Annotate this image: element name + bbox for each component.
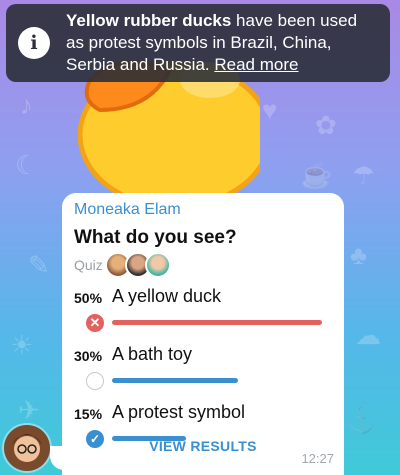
info-banner: i Yellow rubber ducks have been used as … (6, 4, 390, 82)
option-bar (112, 378, 238, 383)
cross-icon: ✕ (86, 314, 104, 332)
message-time: 12:27 (301, 451, 334, 466)
poll-option[interactable]: 30% A bath toy (74, 344, 332, 394)
info-icon: i (18, 27, 50, 59)
radio-empty-icon (86, 372, 104, 390)
option-percent: 50% (74, 290, 103, 306)
sender-avatar[interactable] (2, 423, 52, 473)
quiz-label: Quiz (74, 257, 103, 273)
option-bar (112, 320, 322, 325)
avatar-image (4, 425, 50, 471)
poll-question: What do you see? (74, 227, 237, 248)
option-text: A yellow duck (112, 286, 222, 306)
banner-text: Yellow rubber ducks have been used as pr… (66, 10, 376, 76)
option-percent: 30% (74, 348, 103, 364)
poll-option[interactable]: 50% A yellow duck ✕ (74, 286, 332, 336)
banner-highlight: Yellow rubber ducks (66, 11, 232, 30)
option-percent: 15% (74, 406, 103, 422)
voter-avatar[interactable] (144, 252, 171, 278)
read-more-link[interactable]: Read more (214, 55, 298, 74)
option-text: A bath toy (112, 344, 193, 364)
sender-name[interactable]: Moneaka Elam (74, 201, 332, 223)
quiz-row: Quiz (74, 252, 332, 278)
option-text: A protest symbol (112, 402, 246, 422)
poll-message: Moneaka Elam What do you see? Quiz 50% A… (62, 193, 344, 475)
